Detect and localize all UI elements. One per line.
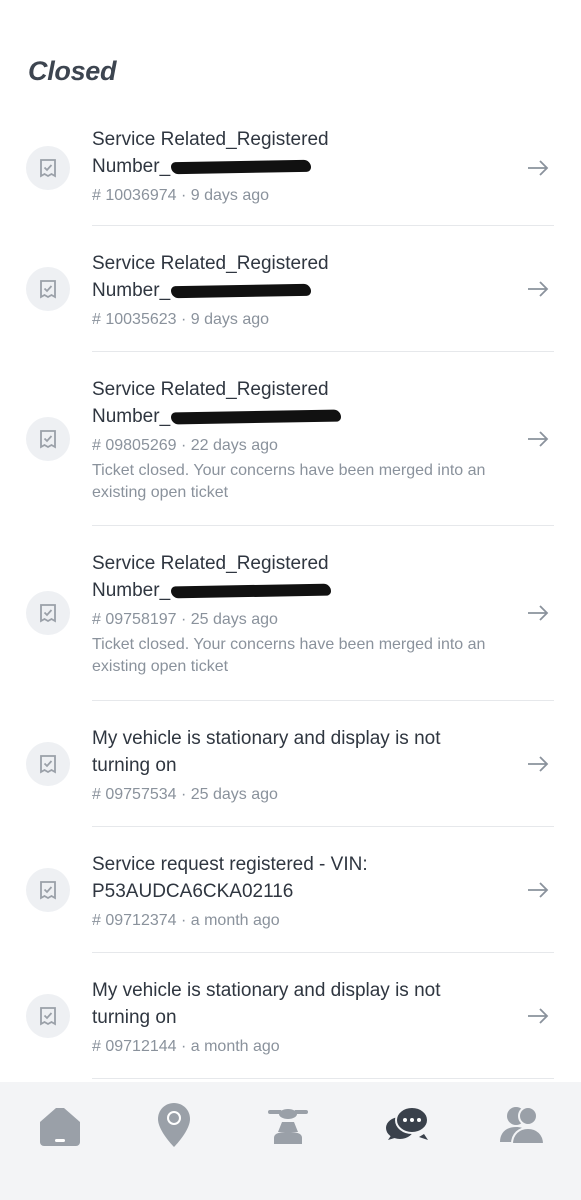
ticket-item[interactable]: Service Related_Registered Number_ # 0975… (26, 526, 554, 701)
redaction-mark (171, 159, 312, 175)
ticket-age: 9 days ago (190, 187, 270, 204)
arrow-right-icon[interactable] (526, 158, 550, 178)
ticket-note: Ticket closed. Your concerns have been m… (92, 462, 486, 501)
ticket-title: Service Related_Registered Number_ (92, 253, 329, 301)
receipt-icon (26, 867, 70, 912)
arrow-right-icon[interactable] (526, 754, 550, 774)
ticket-age: a month ago (190, 912, 280, 929)
ticket-id: # 10036974 (92, 187, 177, 204)
receipt-icon (26, 416, 70, 461)
ticket-age: 9 days ago (190, 311, 270, 328)
ticket-id: # 09758197 (92, 611, 177, 628)
chat-support-icon (386, 1106, 429, 1140)
redaction-mark (171, 409, 342, 425)
bottom-nav (0, 1082, 581, 1200)
nav-home[interactable] (34, 1100, 86, 1152)
ticket-age: a month ago (190, 1038, 280, 1055)
ticket-meta: # 09712374 · a month ago (92, 912, 280, 929)
section-title: Closed (28, 56, 117, 86)
ticket-title: My vehicle is stationary and display is … (92, 980, 441, 1028)
nav-profile[interactable] (496, 1100, 548, 1152)
ticket-id: # 09805269 (92, 437, 177, 454)
ticket-meta: # 09712144 · a month ago (92, 1038, 280, 1055)
redaction-mark (171, 283, 312, 299)
ticket-meta: # 10035623 · 9 days ago (92, 311, 270, 328)
ticket-item[interactable]: My vehicle is stationary and display is … (26, 701, 554, 827)
ticket-id: # 09757534 (92, 786, 177, 803)
ticket-item[interactable]: Service Related_Registered Number_ # 0980… (26, 352, 554, 526)
ticket-meta: # 09805269 · 22 days ago (92, 437, 278, 454)
ticket-id: # 09712144 (92, 1038, 177, 1055)
ticket-list: Service Related_Registered Number_ # 1003… (0, 110, 581, 1079)
receipt-icon (26, 145, 70, 190)
ticket-item[interactable]: My vehicle is stationary and display is … (26, 953, 554, 1079)
receipt-icon (26, 993, 70, 1038)
ticket-note: Ticket closed. Your concerns have been m… (92, 636, 486, 675)
ticket-item[interactable]: Service request registered - VIN: P53AUDC… (26, 827, 554, 953)
ticket-meta: # 10036974 · 9 days ago (92, 187, 270, 204)
receipt-icon (26, 266, 70, 311)
profile-icon (500, 1106, 546, 1145)
arrow-right-icon[interactable] (526, 429, 550, 449)
nav-scooter[interactable] (262, 1100, 314, 1152)
ticket-item[interactable]: Service Related_Registered Number_ # 1003… (26, 110, 554, 226)
ticket-id: # 10035623 (92, 311, 177, 328)
receipt-icon (26, 741, 70, 786)
nav-support[interactable] (382, 1100, 434, 1152)
ticket-age: 25 days ago (190, 611, 278, 628)
ticket-meta: # 09758197 · 25 days ago (92, 611, 278, 628)
home-icon (40, 1108, 80, 1146)
ticket-age: 22 days ago (190, 437, 278, 454)
ticket-title: Service Related_Registered Number_ (92, 129, 329, 177)
redaction-mark (171, 583, 332, 599)
ticket-title: Service Related_Registered Number_ (92, 550, 472, 604)
ticket-title: My vehicle is stationary and display is … (92, 728, 441, 776)
arrow-right-icon[interactable] (526, 1006, 550, 1026)
ticket-id: # 09712374 (92, 912, 177, 929)
nav-map[interactable] (148, 1100, 200, 1152)
location-pin-icon (158, 1103, 190, 1147)
arrow-right-icon[interactable] (526, 603, 550, 623)
ticket-meta: # 09757534 · 25 days ago (92, 786, 278, 803)
ticket-title: Service Related_Registered Number_ (92, 376, 472, 430)
arrow-right-icon[interactable] (526, 279, 550, 299)
ticket-title: Service request registered - VIN: P53AUDC… (92, 854, 368, 902)
ticket-age: 25 days ago (190, 786, 278, 803)
ticket-item[interactable]: Service Related_Registered Number_ # 1003… (26, 226, 554, 352)
receipt-icon (26, 591, 70, 635)
scooter-icon (268, 1109, 308, 1144)
arrow-right-icon[interactable] (526, 880, 550, 900)
